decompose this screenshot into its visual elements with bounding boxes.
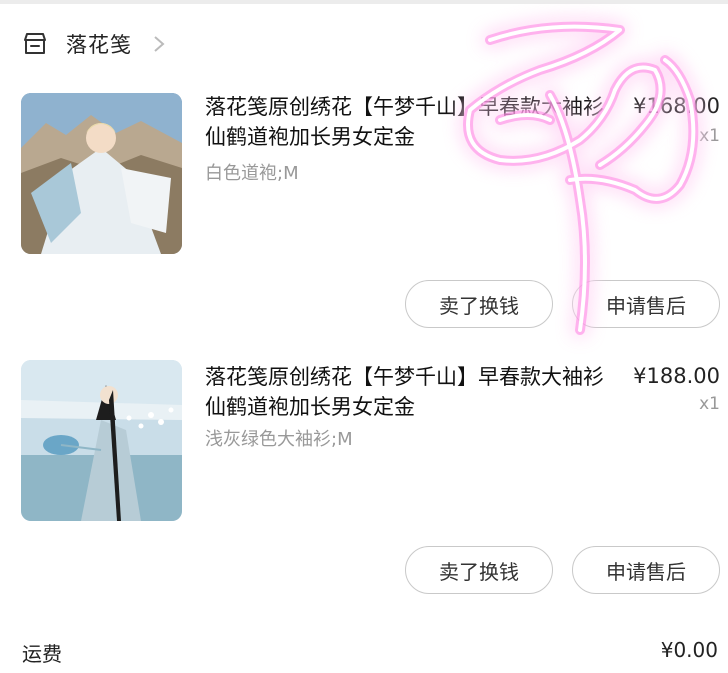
product-variant: 白色道袍;M (205, 163, 299, 184)
after-sale-button[interactable]: 申请售后 (572, 546, 720, 594)
product-price: ¥168.00 (633, 94, 720, 118)
product-variant: 浅灰绿色大袖衫;M (205, 429, 353, 450)
shop-header[interactable]: 落花笺 (22, 26, 166, 62)
product-title[interactable]: 落花笺原创绣花【午梦千山】早春款大袖衫仙鹤道袍加长男女定金 (205, 362, 610, 422)
after-sale-button[interactable]: 申请售后 (572, 280, 720, 328)
product-thumbnail[interactable] (21, 93, 182, 254)
product-quantity: x1 (699, 126, 720, 146)
product-title[interactable]: 落花笺原创绣花【午梦千山】早春款大袖衫仙鹤道袍加长男女定金 (205, 92, 610, 152)
shipping-value: ¥0.00 (660, 638, 718, 662)
shop-name[interactable]: 落花笺 (66, 29, 132, 59)
top-divider (0, 0, 728, 4)
sell-button[interactable]: 卖了换钱 (405, 280, 553, 328)
chevron-right-icon[interactable] (152, 34, 166, 54)
product-price: ¥188.00 (633, 364, 720, 388)
sell-button[interactable]: 卖了换钱 (405, 546, 553, 594)
store-icon (24, 33, 46, 54)
product-quantity: x1 (699, 394, 720, 414)
product-thumbnail[interactable] (21, 360, 182, 521)
shipping-row: 运费 ¥0.00 (22, 638, 718, 667)
shipping-label: 运费 (22, 642, 62, 666)
